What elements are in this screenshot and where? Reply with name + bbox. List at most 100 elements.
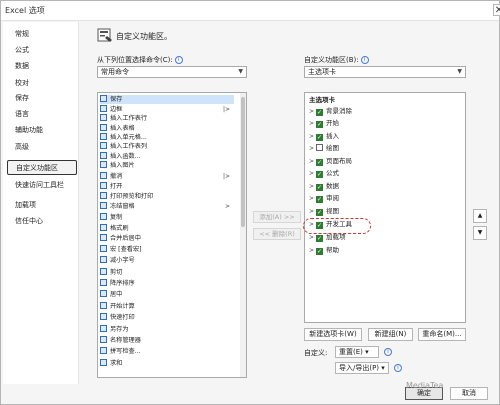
list-item[interactable]: 打印预览和打印 bbox=[100, 192, 234, 201]
checkbox-checked-icon[interactable]: ✓ bbox=[316, 109, 323, 116]
list-item[interactable]: 插入函数... bbox=[100, 152, 234, 161]
chevron-right-icon[interactable]: > bbox=[309, 245, 316, 256]
save-icon bbox=[100, 95, 107, 102]
list-item[interactable]: 宏 [查看宏] bbox=[100, 245, 234, 254]
checkbox-checked-icon[interactable]: ✓ bbox=[316, 196, 323, 203]
tab-data[interactable]: > ✓ 数据 bbox=[309, 181, 459, 192]
customizations-label: 自定义: bbox=[304, 349, 328, 357]
list-item[interactable]: 减小字号 bbox=[100, 256, 234, 265]
nav-proofing[interactable]: 校对 bbox=[7, 76, 77, 91]
chevron-right-icon[interactable]: > bbox=[309, 156, 316, 167]
cancel-button[interactable]: 取消 bbox=[450, 387, 488, 400]
chevron-right-icon[interactable]: > bbox=[309, 118, 316, 129]
move-up-button[interactable]: ▲ bbox=[473, 209, 487, 223]
nav-customize-ribbon[interactable]: 自定义功能区 bbox=[7, 160, 77, 175]
list-item[interactable]: 名称管理器 bbox=[100, 336, 234, 345]
insert-row-icon bbox=[100, 114, 107, 121]
nav-formulas[interactable]: 公式 bbox=[7, 43, 77, 58]
nav-trust-center[interactable]: 信任中心 bbox=[7, 214, 77, 229]
checkbox-checked-icon[interactable]: ✓ bbox=[316, 248, 323, 255]
macro-icon bbox=[100, 245, 107, 252]
info-icon[interactable]: i bbox=[394, 364, 402, 372]
info-icon[interactable]: i bbox=[360, 56, 369, 64]
list-item[interactable]: 插入工作表行 bbox=[100, 114, 234, 123]
tab-background-removal[interactable]: > ✓ 背景消除 bbox=[309, 106, 459, 117]
nav-general[interactable]: 常规 bbox=[7, 27, 77, 42]
choose-commands-combo[interactable]: 常用命令 ▼ bbox=[97, 66, 247, 78]
new-tab-button[interactable]: 新建选项卡(W) bbox=[304, 328, 362, 341]
checkbox-unchecked-icon[interactable] bbox=[316, 144, 323, 151]
calculate-icon bbox=[100, 302, 107, 309]
list-item[interactable]: 撤消 |> bbox=[100, 172, 234, 181]
list-item[interactable]: 边框 |> bbox=[100, 105, 234, 114]
list-item[interactable]: 求和 bbox=[100, 359, 234, 368]
nav-data[interactable]: 数据 bbox=[7, 59, 77, 74]
nav-add-ins[interactable]: 加载项 bbox=[7, 198, 77, 213]
add-button[interactable]: 添加(A) >> bbox=[253, 211, 301, 223]
list-item[interactable]: 复制 bbox=[100, 213, 234, 222]
list-item[interactable]: 插入图片 bbox=[100, 161, 234, 170]
table-icon bbox=[100, 124, 107, 131]
chevron-right-icon[interactable]: > bbox=[309, 168, 316, 179]
reset-dropdown[interactable]: 重置(E) ▾ bbox=[335, 346, 379, 358]
nav-accessibility[interactable]: 辅助功能 bbox=[7, 123, 77, 138]
chevron-right-icon[interactable]: > bbox=[309, 206, 316, 217]
list-item[interactable]: 格式刷 bbox=[100, 224, 234, 233]
checkbox-checked-icon[interactable]: ✓ bbox=[316, 235, 323, 242]
nav-save[interactable]: 保存 bbox=[7, 91, 77, 106]
list-item[interactable]: 拼写检查... bbox=[100, 347, 234, 356]
nav-quick-access-toolbar[interactable]: 快速访问工具栏 bbox=[7, 178, 77, 193]
checkbox-checked-icon[interactable]: ✓ bbox=[316, 209, 323, 216]
chevron-right-icon[interactable]: > bbox=[309, 193, 316, 204]
list-item[interactable]: 插入单元格... bbox=[100, 133, 234, 142]
watermark-text: MediaTea bbox=[406, 381, 444, 390]
tab-home[interactable]: > ✓ 开始 bbox=[309, 118, 459, 129]
checkbox-checked-icon[interactable]: ✓ bbox=[316, 184, 323, 191]
list-item[interactable]: 另存为 bbox=[100, 325, 234, 334]
scrollbar-thumb[interactable] bbox=[241, 97, 245, 227]
list-item[interactable]: 保存 bbox=[100, 95, 234, 104]
section-title: 自定义功能区。 bbox=[116, 32, 172, 41]
commands-list[interactable]: 保存 边框 |> 插入工作表行 插入表格 插入单元格... 插入工作表列 插入函数… bbox=[97, 92, 247, 378]
ribbon-tabs-combo[interactable]: 主选项卡 ▼ bbox=[304, 66, 466, 78]
tab-help[interactable]: > ✓ 帮助 bbox=[309, 245, 459, 256]
list-item[interactable]: 插入工作表列 bbox=[100, 142, 234, 151]
move-down-button[interactable]: ▼ bbox=[473, 226, 487, 240]
excel-options-dialog: Excel 选项 ? ✕ 常规 公式 数据 校对 保存 语言 辅助功能 高级 自… bbox=[0, 0, 500, 405]
list-item[interactable]: 剪切 bbox=[100, 268, 234, 277]
list-item[interactable]: 居中 bbox=[100, 290, 234, 299]
import-export-dropdown[interactable]: 导入/导出(P) ▾ bbox=[335, 362, 389, 374]
chevron-right-icon[interactable]: > bbox=[309, 131, 316, 142]
tab-page-layout[interactable]: > ✓ 页面布局 bbox=[309, 156, 459, 167]
list-item[interactable]: 快速打印 bbox=[100, 313, 234, 322]
rename-button[interactable]: 重命名(M)... bbox=[418, 328, 466, 341]
info-icon[interactable]: i bbox=[174, 56, 183, 64]
tab-draw[interactable]: > 绘图 bbox=[309, 143, 459, 154]
list-item[interactable]: 打开 bbox=[100, 182, 234, 191]
quick-print-icon bbox=[100, 313, 107, 320]
chevron-right-icon[interactable]: > bbox=[309, 181, 316, 192]
list-item[interactable]: 插入表格 bbox=[100, 124, 234, 133]
chevron-right-icon[interactable]: > bbox=[309, 106, 316, 117]
list-item[interactable]: 合并后居中 bbox=[100, 234, 234, 243]
tab-insert[interactable]: > ✓ 插入 bbox=[309, 131, 459, 142]
tab-view[interactable]: > ✓ 视图 bbox=[309, 206, 459, 217]
checkbox-checked-icon[interactable]: ✓ bbox=[316, 159, 323, 166]
ribbon-tabs-tree[interactable]: 主选项卡 > ✓ 背景消除 > ✓ 开始 > ✓ 插入 > 绘图 > ✓ 页面布局 > ✓ 公式 > ✓… bbox=[304, 92, 466, 323]
nav-language[interactable]: 语言 bbox=[7, 107, 77, 122]
info-icon[interactable]: i bbox=[384, 348, 392, 356]
tab-formulas[interactable]: > ✓ 公式 bbox=[309, 168, 459, 179]
checkbox-checked-icon[interactable]: ✓ bbox=[316, 134, 323, 141]
checkbox-checked-icon[interactable]: ✓ bbox=[316, 171, 323, 178]
new-group-button[interactable]: 新建组(N) bbox=[368, 328, 413, 341]
tab-review[interactable]: > ✓ 审阅 bbox=[309, 193, 459, 204]
chevron-right-icon[interactable]: > bbox=[309, 143, 316, 154]
list-item[interactable]: 冻结窗格 > bbox=[100, 202, 234, 211]
close-button[interactable]: ✕ bbox=[493, 4, 500, 16]
commands-scrollbar[interactable] bbox=[240, 93, 246, 377]
nav-advanced[interactable]: 高级 bbox=[7, 140, 77, 155]
list-item[interactable]: 开始计算 bbox=[100, 302, 234, 311]
remove-button[interactable]: << 删除(R) bbox=[253, 228, 301, 240]
checkbox-checked-icon[interactable]: ✓ bbox=[316, 121, 323, 128]
list-item[interactable]: 降序排序 bbox=[100, 279, 234, 288]
